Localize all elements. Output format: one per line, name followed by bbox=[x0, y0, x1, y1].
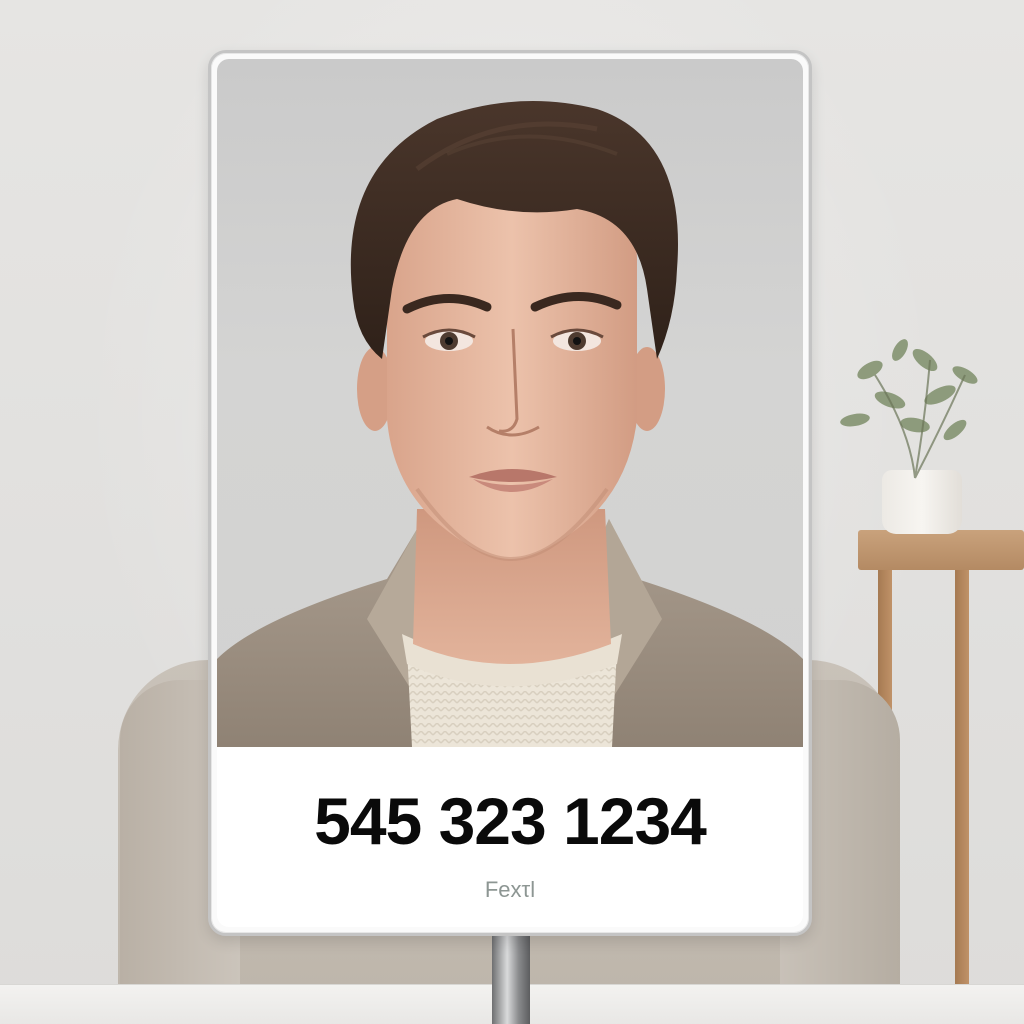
photo-scene: 545 323 1234 Fexτl bbox=[0, 0, 1024, 1024]
brand-text: Fexτl bbox=[484, 877, 536, 902]
side-table-leg bbox=[955, 570, 969, 984]
sign-pole bbox=[492, 930, 530, 1024]
potted-plant-icon bbox=[840, 339, 978, 479]
phone-number: 545 323 1234 bbox=[314, 784, 707, 858]
portrait-illustration bbox=[217, 101, 803, 747]
side-table bbox=[858, 530, 1024, 570]
name-sign: 545 323 1234 Fexτl bbox=[208, 50, 812, 936]
portrait-photo bbox=[217, 59, 803, 747]
label-panel: 545 323 1234 Fexτl bbox=[217, 747, 803, 927]
